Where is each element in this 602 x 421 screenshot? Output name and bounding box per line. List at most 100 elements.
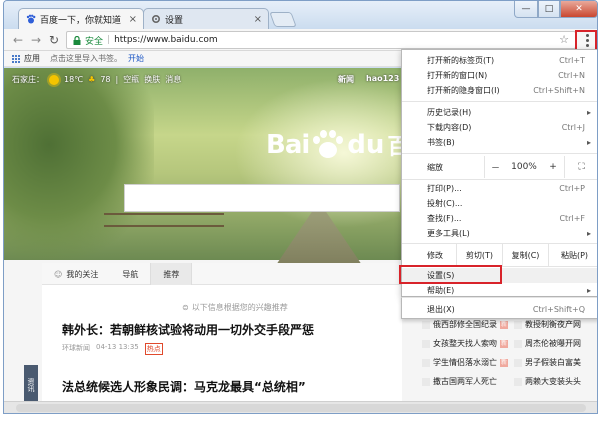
tab-close-icon[interactable]: × <box>129 14 137 25</box>
edit-label: 修改 <box>427 250 443 260</box>
bookmark-star-icon[interactable]: ☆ <box>559 33 569 46</box>
headline-link[interactable]: 韩外长：若朝鲜核试验将动用一切外交手段严惩 <box>62 321 314 338</box>
menu-label: 查找(F)... <box>427 214 462 223</box>
menu-find[interactable]: 查找(F)... Ctrl+F <box>402 211 597 226</box>
menu-cast[interactable]: 投射(C)... <box>402 196 597 211</box>
menu-more-tools[interactable]: 更多工具(L) ▸ <box>402 226 597 241</box>
feed-tabs: ☺ 我的关注 导航 推荐 <box>42 263 402 285</box>
import-bookmarks-link[interactable]: 开始 <box>128 53 144 64</box>
forward-arrow-icon[interactable]: → <box>28 32 44 48</box>
apps-link[interactable]: 应用 <box>24 53 40 64</box>
menu-shortcut: Ctrl+P <box>559 184 585 193</box>
leaf-icon: ♣ <box>88 75 96 84</box>
horizontal-scrollbar[interactable] <box>16 404 586 412</box>
news-title: 女孩整天找人索吻 <box>433 339 497 348</box>
list-item[interactable]: 女孩整天找人索吻新 <box>422 338 508 349</box>
reload-icon[interactable]: ↻ <box>46 32 62 48</box>
browser-toolbar: ← → ↻ 安全 | https://www.baidu.com ☆ <box>4 29 597 51</box>
list-item[interactable]: 周杰伦被曝开网 <box>514 338 581 349</box>
info-icon: ⊜ <box>182 303 189 312</box>
tab-label: 导航 <box>122 269 139 279</box>
menu-label: 下载内容(D) <box>427 123 472 132</box>
fullscreen-icon[interactable]: ⛶ <box>564 156 597 178</box>
menu-bookmarks[interactable]: 书签(B) ▸ <box>402 135 597 150</box>
menu-history[interactable]: 历史记录(H) ▸ <box>402 105 597 120</box>
highlight-menu-button <box>575 30 597 51</box>
zoom-in-button[interactable]: + <box>542 156 564 178</box>
baidu-paw-icon <box>25 14 36 25</box>
menu-exit[interactable]: 退出(X) Ctrl+Shift+Q <box>402 302 597 317</box>
menu-label: 退出(X) <box>427 305 455 314</box>
new-tab-button[interactable] <box>269 12 297 27</box>
news-title: 俄西部修全国纪录 <box>433 320 497 329</box>
article-source: 环球新闻 <box>62 344 90 352</box>
back-arrow-icon[interactable]: ← <box>10 32 26 48</box>
article-time: 04-13 13:35 <box>96 343 139 351</box>
tab-baidu[interactable]: 百度一下，你就知道 × <box>18 8 144 29</box>
article-meta: 环球新闻 04-13 13:35 热点 <box>62 343 163 355</box>
top-link[interactable]: 消息 <box>165 74 181 85</box>
feed-hint: ⊜ 以下信息根据您的兴趣推荐 <box>182 302 288 313</box>
city-label: 石家庄： <box>12 75 44 84</box>
paste-button[interactable]: 粘贴(P) <box>548 244 597 266</box>
search-input[interactable] <box>124 184 400 212</box>
gear-icon <box>150 14 161 25</box>
menu-shortcut: Ctrl+F <box>559 214 585 223</box>
minimize-button[interactable]: — <box>514 1 538 18</box>
maximize-button[interactable]: □ <box>538 1 560 18</box>
hao123-link[interactable]: hao123 <box>366 74 399 85</box>
top-link[interactable]: 换肤 <box>144 74 160 85</box>
browser-window: 百度一下，你就知道 × 设置 × — □ ✕ ← → ↻ 安全 | https:… <box>3 0 598 414</box>
menu-zoom-row: 缩放 － 100% + ⛶ <box>402 156 597 178</box>
cut-button[interactable]: 剪切(T) <box>456 244 502 266</box>
weather-bar: 石家庄： 18℃ ♣ 78 | 空瓶 换肤 消息 <box>12 74 181 85</box>
news-link[interactable]: 新闻 <box>338 74 354 85</box>
copy-button[interactable]: 复制(C) <box>502 244 548 266</box>
zoom-label: 缩放 <box>427 162 443 172</box>
tab-recommended[interactable]: 推荐 <box>150 263 193 285</box>
title-bar: 百度一下，你就知道 × 设置 × — □ ✕ <box>4 1 597 29</box>
menu-help[interactable]: 帮助(E) ▸ <box>402 283 597 298</box>
menu-new-tab[interactable]: 打开新的标签页(T) Ctrl+T <box>402 53 597 68</box>
headline-link[interactable]: 法总统候选人形象民调：马克龙最具“总统相” <box>62 378 306 395</box>
top-nav: 新闻 hao123 <box>338 74 399 85</box>
list-item[interactable]: 教授制衡夜产网 <box>514 319 581 330</box>
menu-label: 历史记录(H) <box>427 108 472 117</box>
list-item[interactable]: 男子假装白富美 <box>514 357 581 368</box>
menu-shortcut: Ctrl+Shift+Q <box>532 305 585 314</box>
baidu-paw-icon <box>311 128 345 162</box>
menu-divider <box>402 179 597 180</box>
menu-shortcut: Ctrl+J <box>561 123 585 132</box>
list-item[interactable]: 两赖大变装头头 <box>514 376 581 387</box>
menu-new-window[interactable]: 打开新的窗口(N) Ctrl+N <box>402 68 597 83</box>
tab-settings[interactable]: 设置 × <box>143 8 269 29</box>
menu-label: 打开新的窗口(N) <box>427 71 488 80</box>
list-item[interactable]: 撒古国两军人死亡 <box>422 376 497 387</box>
address-bar[interactable]: 安全 | https://www.baidu.com ☆ <box>66 31 576 49</box>
tab-my-follow[interactable]: ☺ 我的关注 <box>42 263 110 285</box>
zoom-level: 100% <box>511 162 537 172</box>
side-news-tab[interactable]: 资讯 <box>24 365 38 405</box>
news-title: 两赖大变装头头 <box>525 377 581 386</box>
zoom-out-button[interactable]: － <box>484 156 506 178</box>
list-item[interactable]: 学生情侣落水溺亡新 <box>422 357 508 368</box>
top-link[interactable]: 空瓶 <box>123 74 139 85</box>
list-item[interactable]: 俄西部修全国纪录新 <box>422 319 508 330</box>
menu-print[interactable]: 打印(P)... Ctrl+P <box>402 181 597 196</box>
tab-label: 我的关注 <box>66 269 99 279</box>
menu-downloads[interactable]: 下载内容(D) Ctrl+J <box>402 120 597 135</box>
menu-label: 帮助(E) <box>427 286 455 295</box>
apps-grid-icon[interactable] <box>11 54 20 63</box>
menu-label: 打开新的标签页(T) <box>427 56 495 65</box>
tab-close-icon[interactable]: × <box>254 14 262 25</box>
menu-shortcut: Ctrl+T <box>559 56 585 65</box>
menu-label: 书签(B) <box>427 138 455 147</box>
news-title: 撒古国两军人死亡 <box>433 377 497 386</box>
menu-incognito[interactable]: 打开新的隐身窗口(I) Ctrl+Shift+N <box>402 83 597 98</box>
menu-divider <box>402 153 597 154</box>
chevron-right-icon: ▸ <box>586 229 591 238</box>
menu-label: 投射(C)... <box>427 199 463 208</box>
tab-navigation[interactable]: 导航 <box>110 263 150 285</box>
close-window-button[interactable]: ✕ <box>560 1 597 18</box>
chrome-main-menu-exit: 退出(X) Ctrl+Shift+Q <box>401 297 597 319</box>
